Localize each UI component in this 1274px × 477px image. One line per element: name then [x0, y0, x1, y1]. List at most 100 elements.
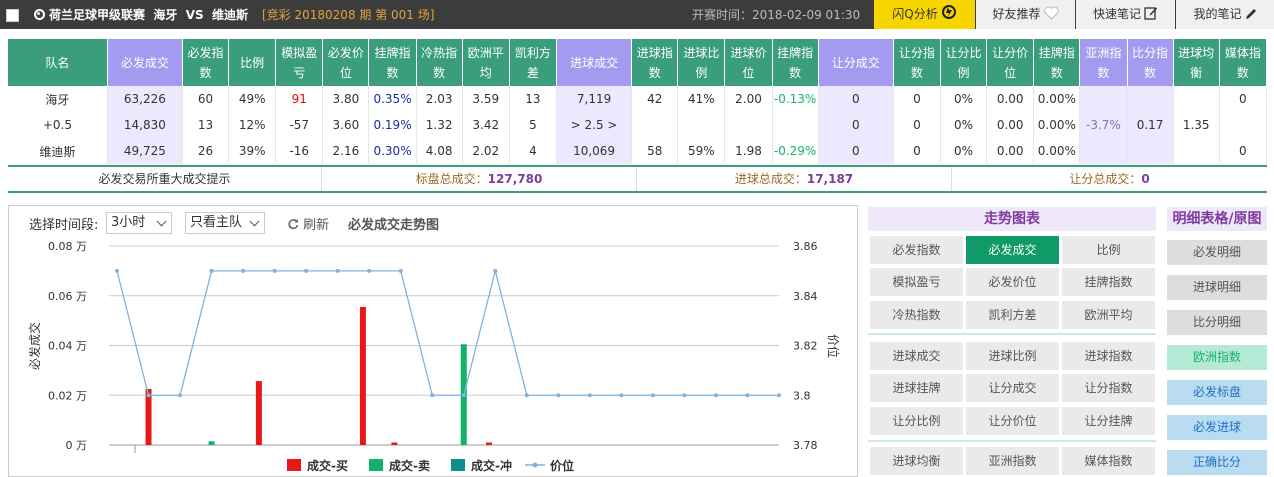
quick-note-button[interactable]: 快速笔记 — [1076, 0, 1175, 29]
trend-button[interactable]: 进球挂牌 — [870, 374, 963, 402]
price-point — [272, 268, 277, 273]
y2-tick-label: 3.82 — [793, 340, 818, 353]
home-team: 海牙 — [153, 8, 178, 22]
trend-button[interactable]: 必发成交 — [966, 236, 1059, 264]
trend-button[interactable]: 进球比例 — [966, 342, 1059, 370]
trend-button[interactable]: 媒体指数 — [1062, 447, 1155, 475]
chart-box: 选择时间段: 3小时 只看主队 刷新 必发成交走势图 0 万 0.02 万 0.04… — [8, 205, 858, 477]
col-header: 队名 — [8, 39, 108, 86]
table-cell: -0.13% — [772, 86, 819, 112]
trend-button[interactable]: 让分指数 — [1062, 374, 1155, 402]
my-notes-label: 我的笔记 — [1193, 7, 1242, 21]
price-point — [304, 268, 309, 273]
trend-button[interactable]: 必发指数 — [870, 236, 963, 264]
trend-button[interactable]: 让分价位 — [966, 407, 1059, 435]
table-cell: 41% — [677, 86, 726, 112]
refresh-icon — [288, 219, 299, 230]
big-trade-hint: 必发交易所重大成交提示 — [8, 167, 322, 191]
table-cell: -3.7% — [1079, 112, 1128, 138]
divider — [868, 440, 1156, 442]
trend-button[interactable]: 冷热指数 — [870, 301, 963, 329]
table-cell: 3.60 — [322, 112, 370, 138]
detail-button[interactable]: 进球明细 — [1167, 275, 1267, 300]
trend-button[interactable]: 比例 — [1062, 236, 1155, 264]
period-select[interactable]: 3小时 — [106, 212, 172, 234]
y-axis-label: 必发成交 — [27, 322, 42, 370]
trend-button[interactable]: 让分比例 — [870, 407, 963, 435]
table-cell: 39% — [228, 138, 277, 164]
trend-button[interactable]: 让分挂牌 — [1062, 407, 1155, 435]
bar-buy — [255, 381, 262, 445]
trend-button[interactable]: 进球均衡 — [870, 447, 963, 475]
table-cell: 0 — [818, 86, 894, 112]
trend-button[interactable]: 让分成交 — [966, 374, 1059, 402]
legend-swatch — [369, 459, 383, 471]
table-cell: 42 — [631, 86, 679, 112]
detail-button[interactable]: 正确比分 — [1167, 450, 1267, 475]
col-header: 让分比例 — [940, 39, 988, 86]
col-header: 必发指数 — [182, 39, 230, 86]
trend-button[interactable]: 亚洲指数 — [966, 447, 1059, 475]
divider — [868, 333, 1156, 335]
col-header: 进球成交 — [556, 39, 633, 86]
team-filter-select[interactable]: 只看主队 — [185, 212, 265, 234]
trend-button[interactable]: 模拟盈亏 — [870, 268, 963, 296]
my-notes-button[interactable]: 我的笔记 — [1176, 0, 1274, 29]
col-header: 挂牌指数 — [772, 39, 819, 86]
flash-q-analysis-button[interactable]: 闪Q分析 — [874, 0, 975, 29]
price-point — [209, 268, 214, 273]
col-header: 必发价位 — [322, 39, 370, 86]
table-cell — [772, 112, 819, 138]
edit-icon — [1144, 7, 1158, 20]
table-cell: 26 — [182, 138, 230, 164]
select-checkbox[interactable] — [6, 9, 19, 22]
detail-button[interactable]: 欧洲指数 — [1167, 345, 1267, 370]
table-cell: 0.00 — [986, 86, 1035, 112]
away-team: 维迪斯 — [212, 8, 249, 22]
handicap-total-label: 让分总成交： — [1069, 172, 1142, 186]
price-line — [116, 270, 779, 396]
price-point — [713, 393, 718, 398]
chevron-down-icon — [156, 216, 167, 227]
table-cell — [1173, 138, 1220, 164]
col-header: 让分指数 — [893, 39, 942, 86]
table-cell: 3.59 — [462, 86, 510, 112]
home-total-label: 标盘总成交： — [415, 172, 488, 186]
table-cell: 13 — [509, 86, 557, 112]
detail-button[interactable]: 比分明细 — [1167, 310, 1267, 335]
y-tick-label: 0 万 — [66, 439, 88, 452]
legend-label: 成交-买 — [307, 458, 348, 473]
home-total-value: 127,780 — [487, 172, 543, 186]
table-cell: 59% — [677, 138, 726, 164]
col-header: 进球比例 — [677, 39, 726, 86]
table-cell: 2.16 — [322, 138, 370, 164]
price-point — [524, 393, 529, 398]
trend-button[interactable]: 必发价位 — [966, 268, 1059, 296]
friend-recommend-button[interactable]: 好友推荐 — [976, 0, 1075, 29]
friend-recommend-label: 好友推荐 — [992, 7, 1041, 21]
detail-button[interactable]: 必发进球 — [1167, 415, 1267, 440]
table-cell: 0 — [1219, 86, 1268, 112]
table-cell: 1.35 — [1173, 112, 1220, 138]
y-tick-label: 0.06 万 — [48, 290, 87, 303]
trend-button[interactable]: 欧洲平均 — [1062, 301, 1155, 329]
table-cell — [1219, 112, 1268, 138]
table-cell: 7,119 — [556, 86, 633, 112]
trend-chart: 0 万 0.02 万 0.04 万 0.06 万 0.08 万 3.78 3.8 3.82 3.… — [27, 240, 841, 473]
trend-button[interactable]: 进球成交 — [870, 342, 963, 370]
refresh-button[interactable]: 刷新 — [287, 214, 329, 233]
table-header-row: 队名 必发成交 必发指数 比例 模拟盈亏 必发价位 挂牌指数 冷热指数 欧洲平均… — [8, 39, 1268, 86]
trend-button[interactable]: 挂牌指数 — [1062, 268, 1155, 296]
trend-button[interactable]: 凯利方差 — [966, 301, 1059, 329]
league-icon — [34, 9, 45, 20]
table-cell: 5 — [509, 112, 557, 138]
table-cell: 63,226 — [107, 86, 183, 112]
table-cell: 0 — [893, 112, 942, 138]
detail-button[interactable]: 必发标盘 — [1167, 380, 1267, 405]
trend-button[interactable]: 进球指数 — [1062, 342, 1155, 370]
goal-total-value: 17,187 — [806, 172, 854, 186]
table-cell: 0.00% — [1033, 112, 1081, 138]
detail-button[interactable]: 必发明细 — [1167, 240, 1267, 265]
table-cell: 0% — [940, 112, 988, 138]
period-value: 3小时 — [111, 215, 146, 230]
